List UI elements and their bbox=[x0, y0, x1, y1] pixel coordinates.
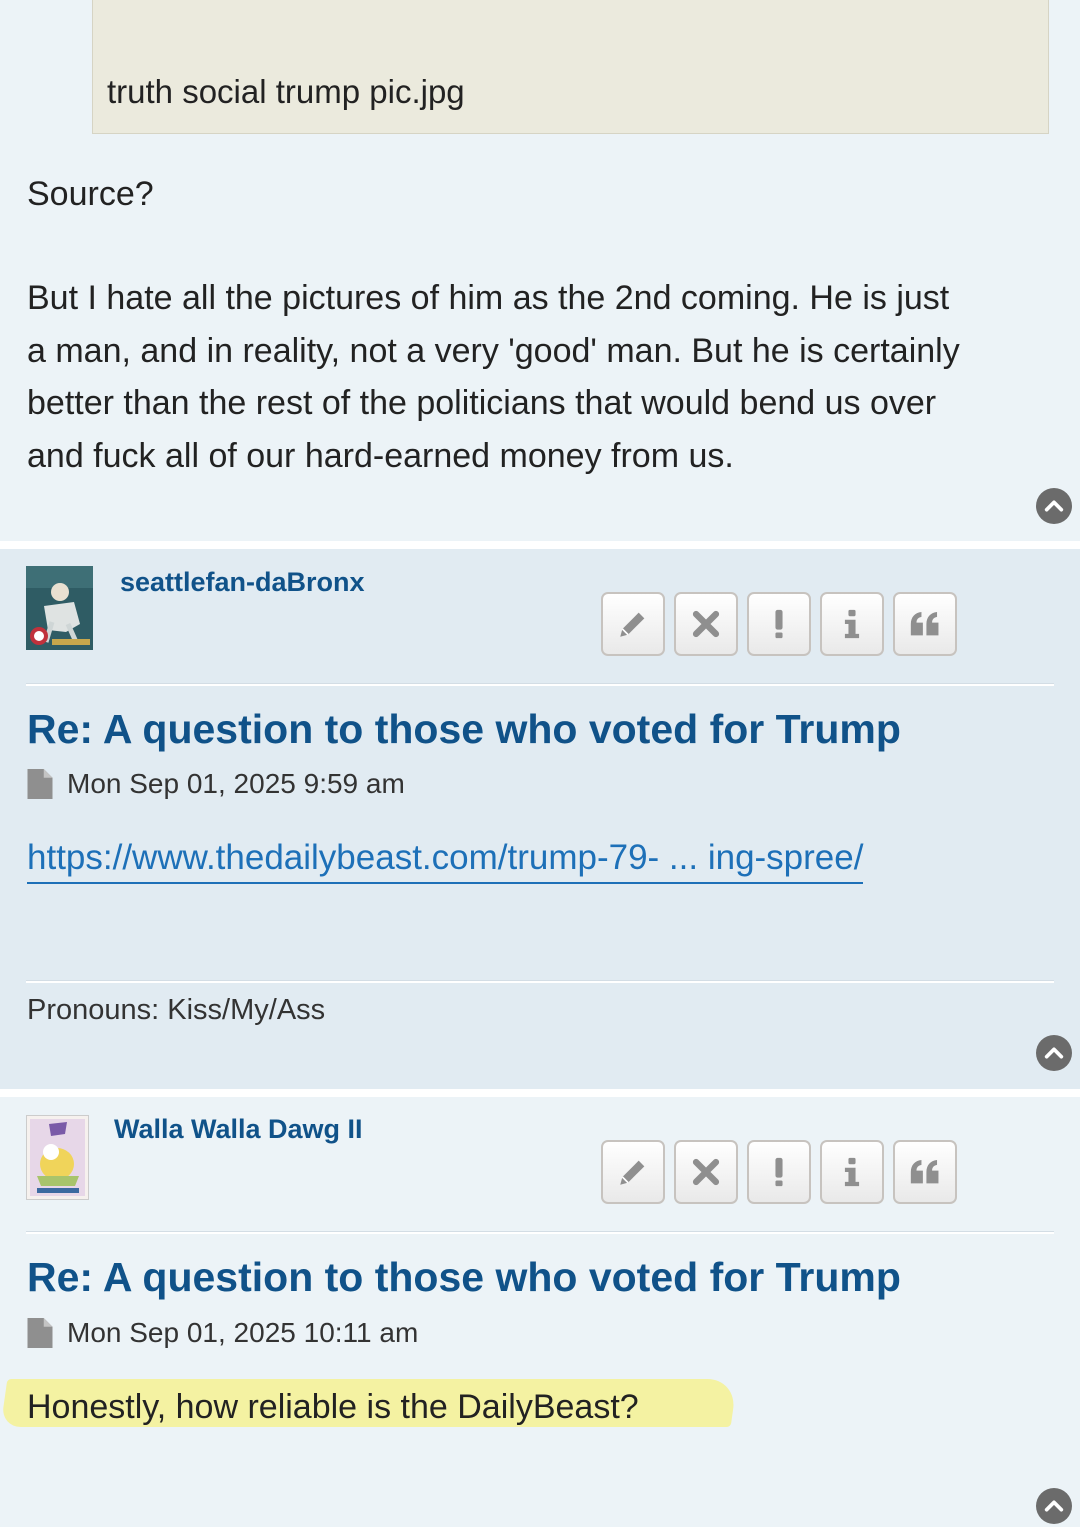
post-meta: Mon Sep 01, 2025 10:11 am bbox=[27, 1317, 418, 1349]
exclamation-icon bbox=[775, 609, 783, 639]
attachment-box[interactable]: truth social trump pic.jpg bbox=[92, 0, 1049, 134]
back-to-top-button[interactable] bbox=[1036, 1035, 1072, 1071]
paragraph-line: better than the rest of the politicians … bbox=[27, 384, 937, 422]
divider bbox=[26, 1231, 1054, 1234]
avatar-image bbox=[26, 566, 93, 650]
back-to-top-button[interactable] bbox=[1036, 488, 1072, 524]
report-button[interactable] bbox=[747, 1140, 811, 1204]
info-button[interactable] bbox=[820, 592, 884, 656]
chevron-up-icon bbox=[1044, 500, 1064, 512]
post-action-buttons bbox=[601, 1140, 957, 1204]
post-walla-walla: Walla Walla Dawg II Re: A question to th… bbox=[0, 1097, 1080, 1527]
paragraph-line: But I hate all the pictures of him as th… bbox=[27, 279, 950, 317]
chevron-up-icon bbox=[1044, 1047, 1064, 1059]
post-meta: Mon Sep 01, 2025 9:59 am bbox=[27, 768, 405, 800]
username-link[interactable]: seattlefan-daBronx bbox=[120, 567, 365, 598]
avatar[interactable] bbox=[26, 1115, 89, 1200]
back-to-top-button[interactable] bbox=[1036, 1488, 1072, 1524]
signature-divider bbox=[26, 980, 1054, 983]
file-icon[interactable] bbox=[27, 1318, 53, 1348]
close-icon bbox=[692, 1158, 720, 1186]
post-date: Mon Sep 01, 2025 9:59 am bbox=[67, 768, 405, 799]
post-body: Honestly, how reliable is the DailyBeast… bbox=[27, 1388, 639, 1426]
info-button[interactable] bbox=[820, 1140, 884, 1204]
edit-button[interactable] bbox=[601, 1140, 665, 1204]
post-text-source: Source? bbox=[27, 175, 154, 213]
pencil-icon bbox=[620, 1160, 645, 1185]
paragraph-line: a man, and in reality, not a very 'good'… bbox=[27, 331, 960, 370]
divider bbox=[26, 683, 1054, 686]
close-icon bbox=[692, 610, 720, 638]
post-date: Mon Sep 01, 2025 10:11 am bbox=[67, 1317, 419, 1348]
report-button[interactable] bbox=[747, 592, 811, 656]
post-action-buttons bbox=[601, 592, 957, 656]
post-title[interactable]: Re: A question to those who voted for Tr… bbox=[27, 706, 901, 753]
edit-button[interactable] bbox=[601, 592, 665, 656]
post-seattlefan: seattlefan-daBronx Re: A question to tho… bbox=[0, 549, 1080, 1089]
post-paragraph: But I hate all the pictures of him as th… bbox=[27, 272, 960, 482]
delete-button[interactable] bbox=[674, 592, 738, 656]
pencil-icon bbox=[620, 612, 645, 637]
file-icon[interactable] bbox=[27, 769, 53, 799]
exclamation-icon bbox=[775, 1157, 783, 1187]
quote-icon bbox=[910, 611, 939, 636]
quote-icon bbox=[910, 1159, 939, 1184]
chevron-up-icon bbox=[1044, 1500, 1064, 1512]
post-title[interactable]: Re: A question to those who voted for Tr… bbox=[27, 1254, 901, 1301]
signature-text: Pronouns: Kiss/My/Ass bbox=[27, 994, 326, 1026]
external-link[interactable]: https://www.thedailybeast.com/trump-79- … bbox=[27, 838, 864, 884]
avatar-image bbox=[27, 1116, 88, 1199]
info-icon bbox=[844, 609, 860, 639]
quote-button[interactable] bbox=[893, 1140, 957, 1204]
avatar[interactable] bbox=[26, 566, 93, 650]
username-link[interactable]: Walla Walla Dawg II bbox=[114, 1114, 363, 1145]
delete-button[interactable] bbox=[674, 1140, 738, 1204]
info-icon bbox=[844, 1157, 860, 1187]
paragraph-line: and fuck all of our hard-earned money fr… bbox=[27, 436, 734, 475]
attachment-filename[interactable]: truth social trump pic.jpg bbox=[107, 73, 465, 111]
post-previous: truth social trump pic.jpg Source? But I… bbox=[0, 0, 1080, 541]
quote-button[interactable] bbox=[893, 592, 957, 656]
